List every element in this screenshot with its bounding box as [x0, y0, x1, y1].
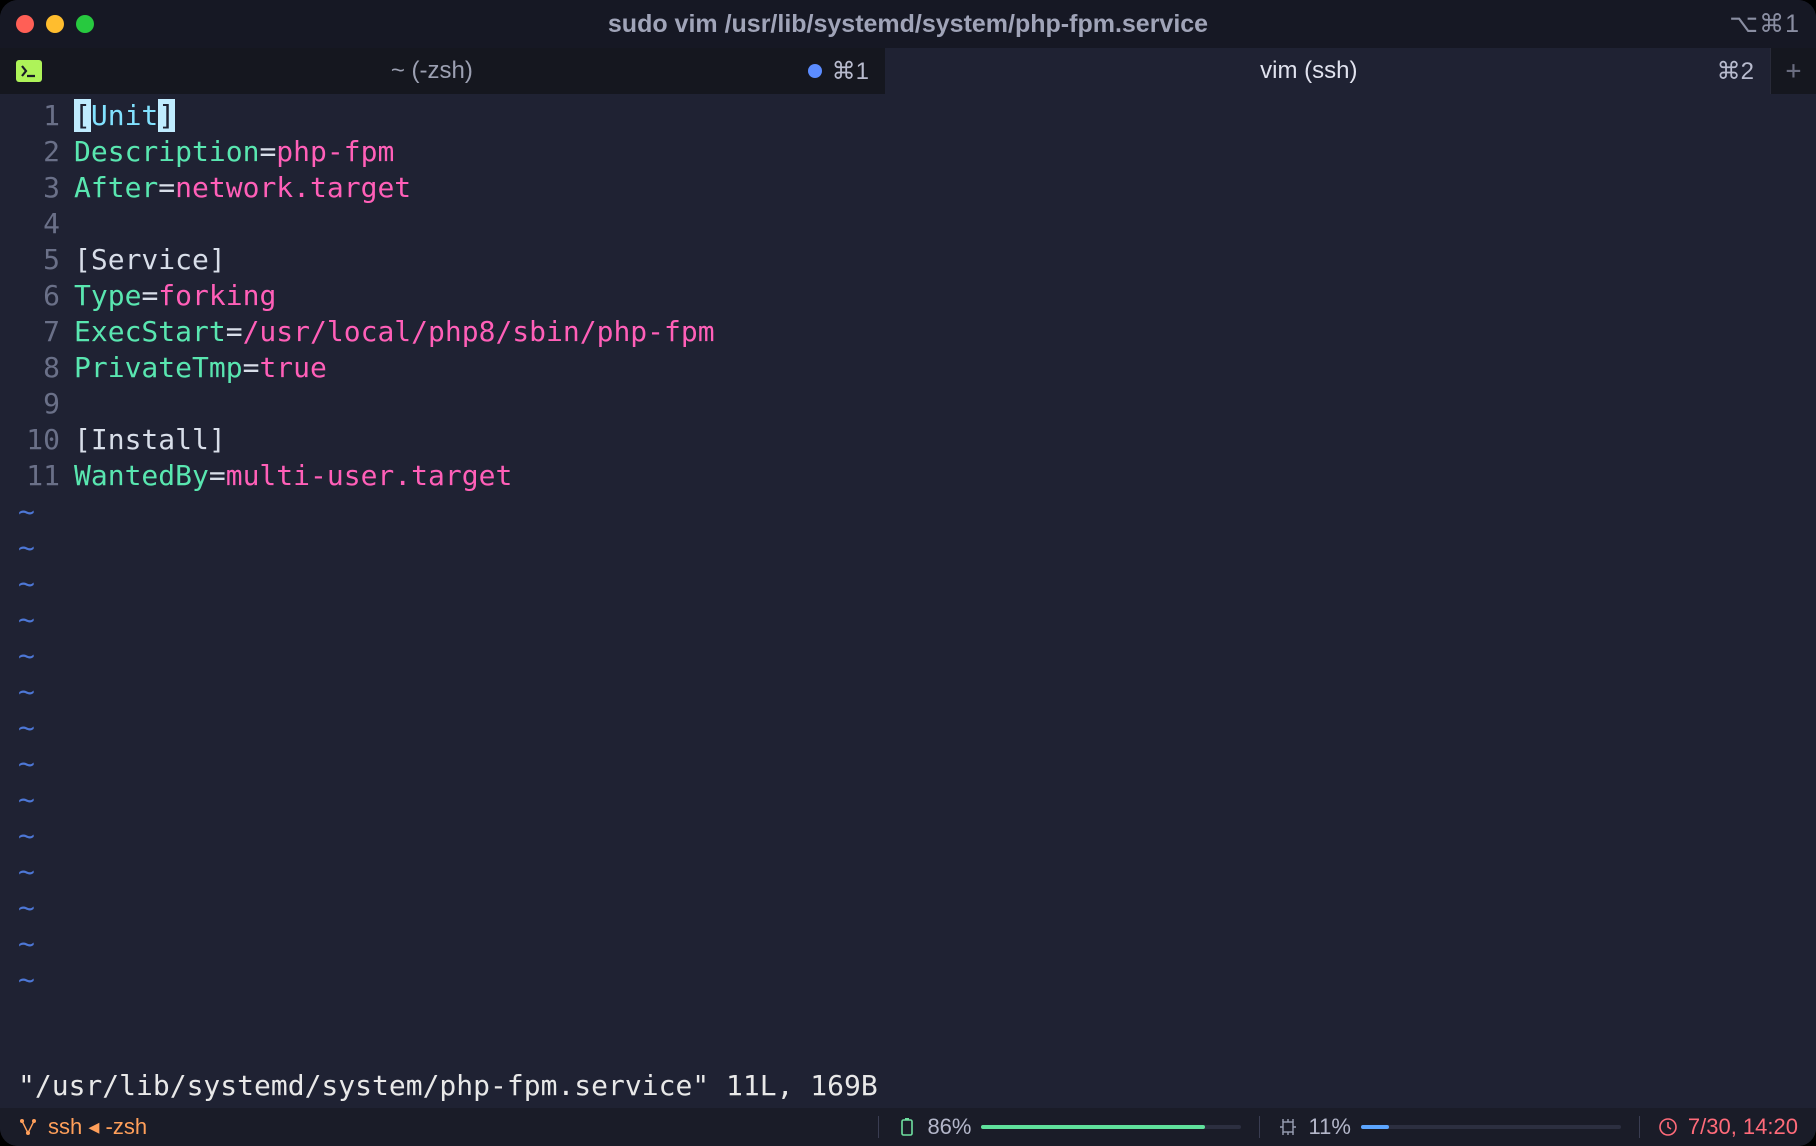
editor-line: 6Type=forking [0, 278, 1816, 314]
line-number: 5 [0, 242, 66, 278]
minimize-window-button[interactable] [46, 15, 64, 33]
tab-shortcut: ⌘1 [832, 57, 869, 86]
line-content: [Install] [66, 422, 226, 458]
tab-zsh[interactable]: ~ (-zsh) ⌘1 [0, 48, 885, 94]
empty-line-tilde: ~ [0, 926, 1816, 962]
line-content: [Unit] [66, 98, 175, 134]
datetime-text: 7/30, 14:20 [1688, 1114, 1798, 1140]
new-tab-button[interactable]: + [1770, 48, 1816, 94]
editor-pane[interactable]: 1[Unit]2Description=php-fpm3After=networ… [0, 94, 1816, 1065]
tab-label: ~ (-zsh) [56, 57, 808, 85]
battery-segment: 86% [879, 1108, 1259, 1146]
network-icon [18, 1117, 38, 1137]
session-segment: ssh ◂ -zsh [0, 1108, 165, 1146]
line-number: 6 [0, 278, 66, 314]
empty-line-tilde: ~ [0, 962, 1816, 998]
line-number: 8 [0, 350, 66, 386]
tabbar: ~ (-zsh) ⌘1 vim (ssh) ⌘2 + [0, 48, 1816, 94]
empty-line-tilde: ~ [0, 602, 1816, 638]
line-number: 10 [0, 422, 66, 458]
editor-line: 11WantedBy=multi-user.target [0, 458, 1816, 494]
window-controls [16, 15, 94, 33]
editor-line: 8PrivateTmp=true [0, 350, 1816, 386]
titlebar: sudo vim /usr/lib/systemd/system/php-fpm… [0, 0, 1816, 48]
line-content: Type=forking [66, 278, 276, 314]
editor-line: 3After=network.target [0, 170, 1816, 206]
editor-line: 5[Service] [0, 242, 1816, 278]
tab-shortcut: ⌘2 [1717, 57, 1754, 86]
vim-statusline: "/usr/lib/systemd/system/php-fpm.service… [0, 1065, 1816, 1108]
clock-icon [1658, 1117, 1678, 1137]
window-shortcut: ⌥⌘1 [1729, 9, 1800, 39]
editor-line: 9 [0, 386, 1816, 422]
zoom-window-button[interactable] [76, 15, 94, 33]
empty-line-tilde: ~ [0, 890, 1816, 926]
battery-icon [897, 1117, 917, 1137]
line-content: [Service] [66, 242, 226, 278]
line-number: 1 [0, 98, 66, 134]
line-content: After=network.target [66, 170, 411, 206]
tab-label: vim (ssh) [901, 57, 1717, 85]
line-content [66, 206, 74, 242]
empty-line-tilde: ~ [0, 638, 1816, 674]
editor-line: 1[Unit] [0, 98, 1816, 134]
editor-line: 4 [0, 206, 1816, 242]
line-number: 2 [0, 134, 66, 170]
line-number: 3 [0, 170, 66, 206]
terminal-icon [16, 60, 42, 82]
empty-line-tilde: ~ [0, 746, 1816, 782]
empty-line-tilde: ~ [0, 494, 1816, 530]
line-content [66, 386, 74, 422]
empty-line-tilde: ~ [0, 566, 1816, 602]
tab-vim-ssh[interactable]: vim (ssh) ⌘2 [885, 48, 1770, 94]
cpu-meter [1361, 1125, 1621, 1129]
line-number: 4 [0, 206, 66, 242]
cpu-text: 11% [1308, 1114, 1350, 1140]
empty-line-tilde: ~ [0, 818, 1816, 854]
editor-line: 2Description=php-fpm [0, 134, 1816, 170]
battery-meter [981, 1125, 1241, 1129]
line-content: ExecStart=/usr/local/php8/sbin/php-fpm [66, 314, 715, 350]
window-title: sudo vim /usr/lib/systemd/system/php-fpm… [0, 10, 1816, 39]
line-content: WantedBy=multi-user.target [66, 458, 512, 494]
session-text: ssh ◂ -zsh [48, 1114, 147, 1140]
cpu-segment: 11% [1260, 1108, 1638, 1146]
clock-segment: 7/30, 14:20 [1640, 1108, 1816, 1146]
empty-line-tilde: ~ [0, 854, 1816, 890]
line-content: Description=php-fpm [66, 134, 394, 170]
empty-line-tilde: ~ [0, 530, 1816, 566]
battery-text: 86% [927, 1114, 971, 1140]
terminal-window: sudo vim /usr/lib/systemd/system/php-fpm… [0, 0, 1816, 1146]
line-number: 11 [0, 458, 66, 494]
tmux-statusbar: ssh ◂ -zsh 86% 11% 7/30, 14:20 [0, 1108, 1816, 1146]
editor-line: 10[Install] [0, 422, 1816, 458]
empty-line-tilde: ~ [0, 710, 1816, 746]
modified-dot-icon [808, 64, 822, 78]
line-number: 7 [0, 314, 66, 350]
close-window-button[interactable] [16, 15, 34, 33]
line-number: 9 [0, 386, 66, 422]
empty-line-tilde: ~ [0, 782, 1816, 818]
line-content: PrivateTmp=true [66, 350, 327, 386]
cpu-icon [1278, 1117, 1298, 1137]
editor-line: 7ExecStart=/usr/local/php8/sbin/php-fpm [0, 314, 1816, 350]
empty-line-tilde: ~ [0, 674, 1816, 710]
